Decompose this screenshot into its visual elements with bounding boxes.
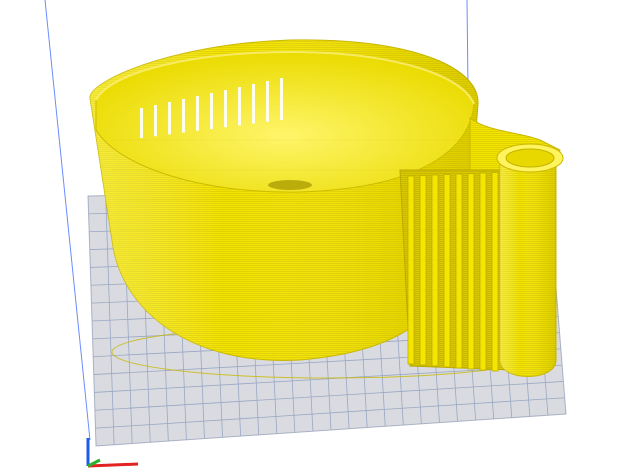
- scene-canvas[interactable]: [0, 0, 628, 472]
- handle-rib: [443, 174, 451, 368]
- handle-cylinder[interactable]: [496, 143, 564, 377]
- strainer-slot: [280, 78, 283, 120]
- handle-rib: [419, 175, 427, 366]
- strainer-slot: [140, 108, 143, 138]
- strainer-slot: [210, 93, 213, 129]
- handle-rib: [455, 173, 463, 369]
- x-axis-line: [87, 462, 139, 468]
- strainer-slot: [238, 87, 241, 126]
- strainer-slot: [224, 90, 227, 128]
- handle-rib: [407, 175, 415, 365]
- strainer-slot: [168, 102, 171, 135]
- strainer-slot: [182, 99, 185, 133]
- handle-rib: [467, 173, 475, 370]
- 3d-viewport[interactable]: [0, 0, 628, 472]
- handle-rib: [491, 172, 499, 372]
- strainer-slot: [154, 105, 157, 137]
- handle-rib: [479, 172, 487, 371]
- handle-rib: [431, 174, 439, 367]
- strainer-slot: [266, 81, 269, 122]
- strainer-slot: [196, 96, 199, 131]
- strainer-slot: [252, 84, 255, 124]
